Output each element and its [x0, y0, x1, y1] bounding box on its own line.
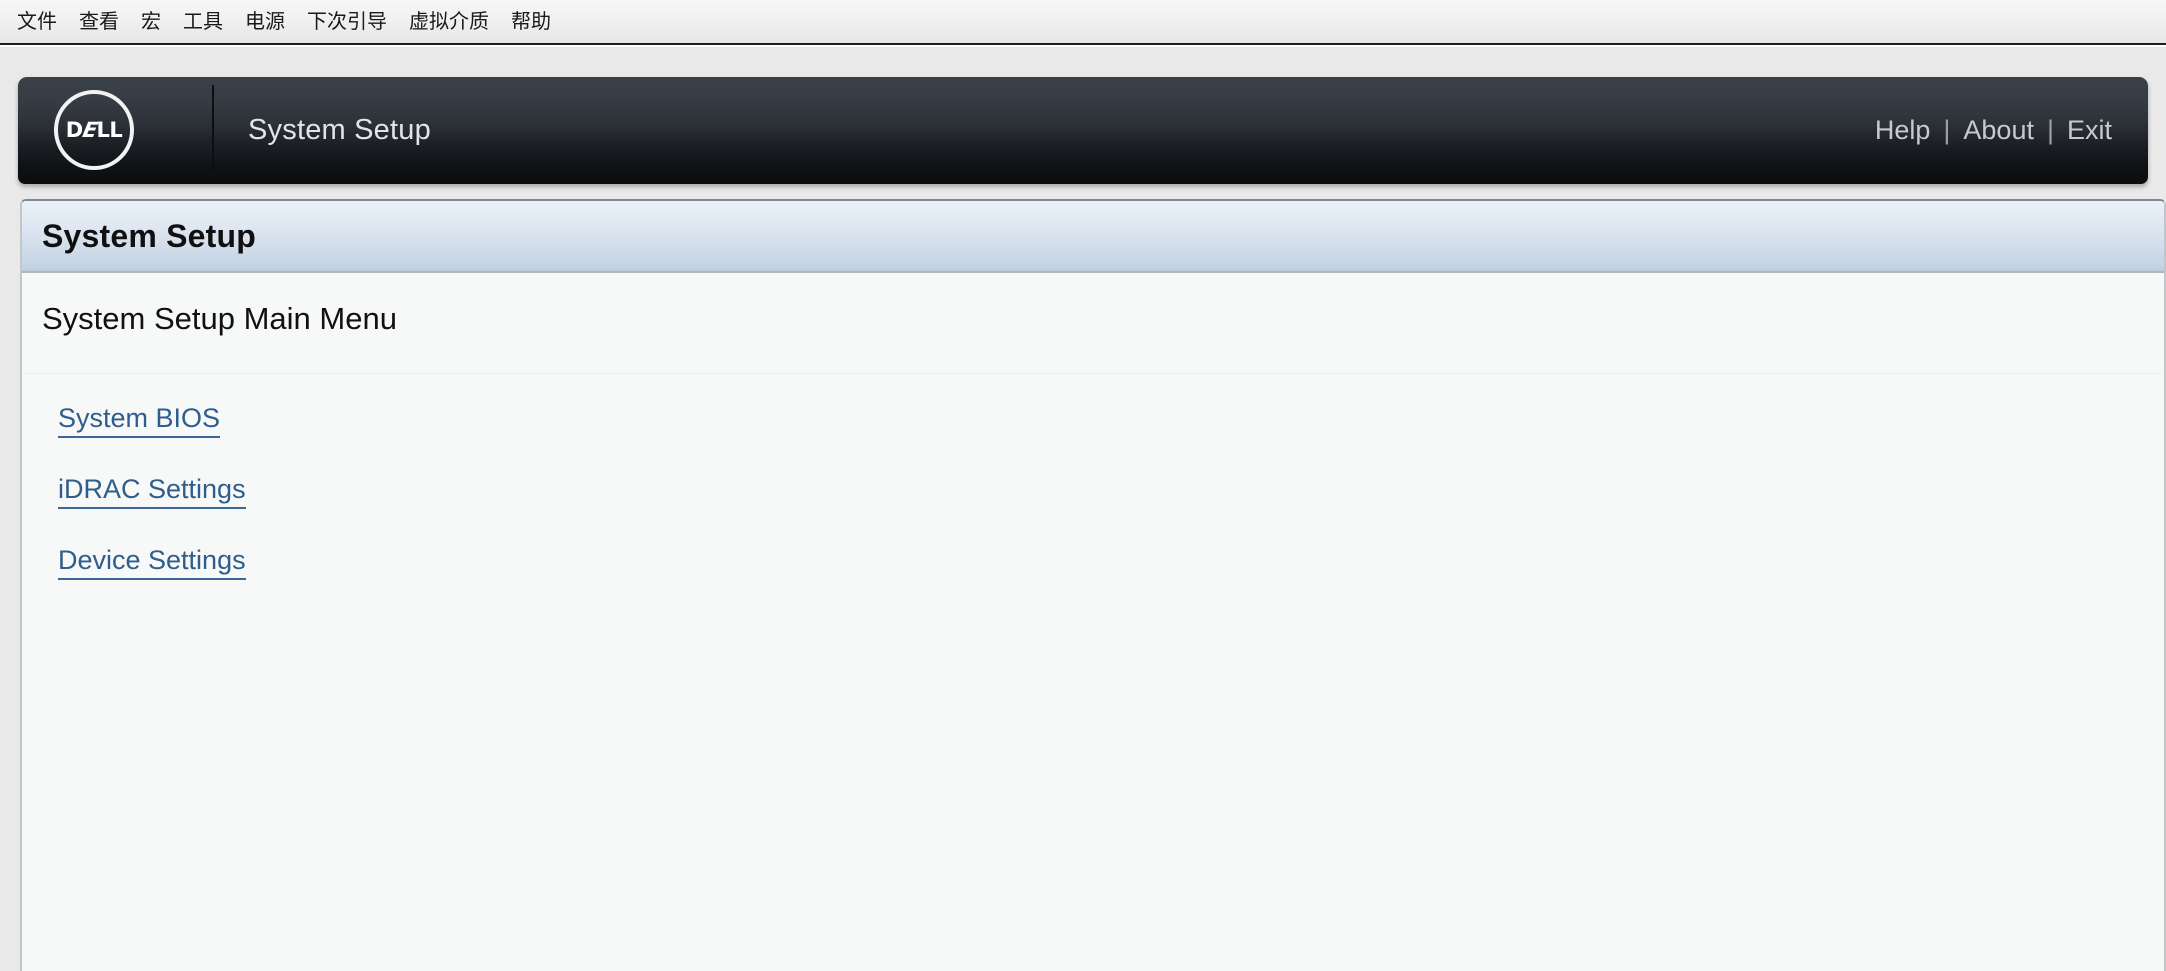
main-menu-list: System BIOS iDRAC Settings Device Settin… — [58, 403, 246, 616]
menu-item-virtual-media[interactable]: 虚拟介质 — [398, 0, 500, 43]
panel-body: System Setup Main Menu System BIOS iDRAC… — [22, 273, 2164, 971]
header-vertical-divider — [212, 85, 214, 177]
kvm-menu-bar: 文件 查看 宏 工具 电源 下次引导 虚拟介质 帮助 — [0, 0, 2166, 45]
header-app-title: System Setup — [248, 114, 431, 146]
remote-console-canvas: D E LL System Setup Help | About | Exit Sy… — [0, 47, 2166, 971]
menu-link-idrac-settings[interactable]: iDRAC Settings — [58, 474, 246, 509]
page-title: System Setup — [42, 217, 257, 254]
dell-logo-icon: D E LL — [54, 90, 134, 170]
menu-item-file[interactable]: 文件 — [6, 0, 68, 43]
dell-logo-wordmark: D E LL — [54, 90, 134, 170]
menu-item-power[interactable]: 电源 — [234, 0, 296, 43]
menu-item-help[interactable]: 帮助 — [500, 0, 562, 43]
system-setup-panel: System Setup System Setup Main Menu Syst… — [20, 199, 2166, 971]
menu-item-tools[interactable]: 工具 — [172, 0, 234, 43]
header-separator-1: | — [1943, 115, 1951, 145]
menu-item-macro[interactable]: 宏 — [130, 0, 172, 43]
menu-link-system-bios[interactable]: System BIOS — [58, 403, 221, 438]
dell-logo-letters-ll: LL — [96, 118, 123, 142]
menu-link-device-settings[interactable]: Device Settings — [58, 545, 246, 580]
section-divider — [24, 373, 2162, 374]
header-link-group: Help | About | Exit — [1875, 77, 2112, 184]
menu-item-view[interactable]: 查看 — [68, 0, 130, 43]
help-link[interactable]: Help — [1875, 115, 1931, 146]
exit-link[interactable]: Exit — [2067, 115, 2112, 146]
system-setup-header: D E LL System Setup Help | About | Exit — [18, 77, 2148, 184]
about-link[interactable]: About — [1963, 115, 2034, 146]
section-heading: System Setup Main Menu — [42, 301, 397, 336]
header-separator-2: | — [2046, 115, 2054, 145]
menu-item-next-boot[interactable]: 下次引导 — [296, 0, 398, 43]
panel-title-bar: System Setup — [22, 201, 2164, 273]
